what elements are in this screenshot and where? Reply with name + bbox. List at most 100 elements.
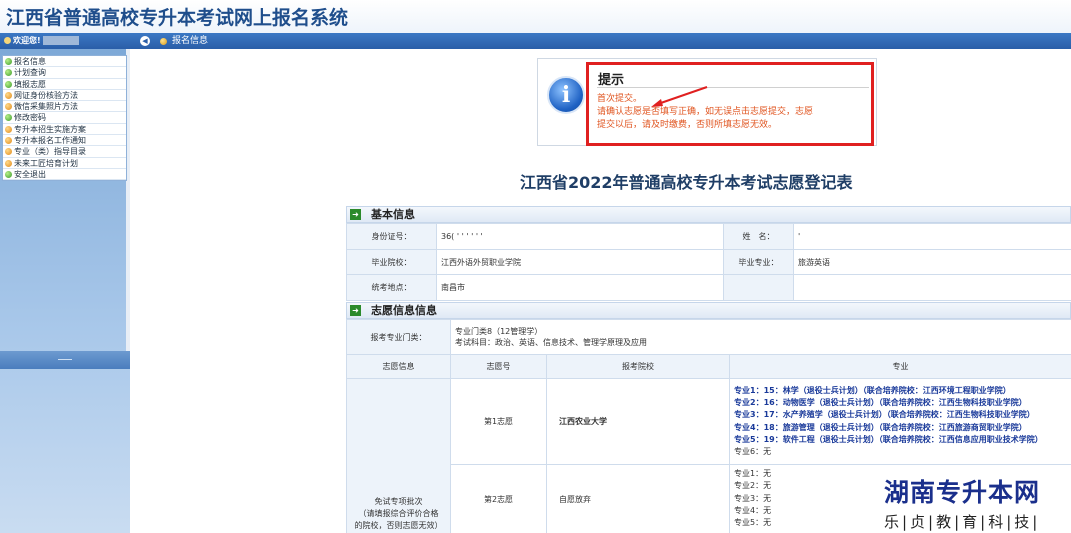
- name-label: 姓 名：: [723, 223, 794, 250]
- sidebar-item-label: 安全退出: [14, 169, 46, 179]
- welcome-bar: 欢迎您!: [0, 33, 130, 49]
- empty-cell: [723, 274, 794, 301]
- school-value: 江西外语外贸职业学院: [436, 249, 724, 275]
- bullet-icon: [5, 91, 12, 99]
- section-arrow-icon: ➜: [350, 209, 361, 220]
- watermark-subtitle: 乐|贞|教|育|科|技|: [884, 513, 1041, 531]
- sidebar-item-label: 网证身份核验方法: [14, 90, 78, 100]
- site-value: 南昌市: [436, 274, 724, 301]
- table-header-row: 志愿信息 志愿号 报考院校 专业: [346, 354, 1071, 379]
- category-value: 专业门类8（12管理学） 考试科目：政治、英语、信息技术、管理学原理及应用: [450, 319, 1071, 355]
- welcome-text: 欢迎您!: [13, 36, 41, 45]
- choice-school: 自愿放弃: [546, 464, 730, 533]
- major-item: 专业3：17：水产养殖学（退役士兵计划）（联合培养院校：江西生物科技职业学院）: [734, 410, 1035, 420]
- notice-title: 提示: [598, 73, 625, 88]
- basic-info-table: 身份证号： 36( ' ' ' ' ' ' 姓 名： ' 毕业院校： 江西外语外…: [346, 223, 1071, 301]
- choice-number: 第2志愿: [450, 464, 547, 533]
- main-content: i 提示 首次提交。 请确认志愿是否填写正确，如无误点击志愿提交，志愿 提交以后…: [138, 49, 1071, 533]
- sidebar-item[interactable]: 网证身份核验方法: [3, 90, 126, 102]
- bullet-icon: [5, 148, 12, 156]
- app-header: 江西省普通高校专升本考试网上报名系统: [0, 0, 1071, 33]
- bullet-icon: [5, 80, 12, 88]
- batch-line-1: 免试专项批次: [374, 497, 423, 506]
- app-title: 江西省普通高校专升本考试网上报名系统: [6, 7, 349, 29]
- table-row: 报考专业门类： 专业门类8（12管理学） 考试科目：政治、英语、信息技术、管理学…: [346, 319, 1071, 355]
- major-label: 毕业专业：: [723, 249, 794, 275]
- batch-label: 免试专项批次 （请填报综合评价合格 的院校，否则志愿无效）: [346, 378, 451, 533]
- breadcrumb-current: 报名信息: [172, 36, 209, 46]
- sidebar-item-label: 报名信息: [14, 57, 46, 66]
- category-line-2: 考试科目：政治、英语、信息技术、管理学原理及应用: [455, 338, 647, 347]
- sidebar-item-label: 专升本招生实施方案: [14, 124, 86, 134]
- sidebar-item[interactable]: 安全退出: [3, 169, 126, 181]
- site-label: 统考地点：: [346, 274, 437, 301]
- major-item: 专业2：16：动物医学（退役士兵计划）（联合培养院校：江西生物科技职业学院）: [734, 397, 1027, 407]
- sidebar-collapse-handle[interactable]: [0, 351, 130, 369]
- sidebar-item[interactable]: 微信采集照片方法: [3, 101, 126, 113]
- sidebar-item[interactable]: 未来工匠培育计划: [3, 158, 126, 169]
- section-volunteer-info: ➜ 志愿信息信息: [346, 302, 1071, 319]
- section-basic-info: ➜ 基本信息: [346, 206, 1071, 223]
- col-header: 志愿信息: [346, 354, 451, 379]
- info-icon: i: [547, 76, 585, 114]
- back-arrow-icon[interactable]: ◀: [140, 36, 150, 46]
- notice-box: i 提示 首次提交。 请确认志愿是否填写正确，如无误点击志愿提交，志愿 提交以后…: [537, 58, 877, 146]
- choice-majors: 专业1：15：林学（退役士兵计划）（联合培养院校：江西环境工程职业学院） 专业2…: [729, 378, 1071, 465]
- section-title: 志愿信息信息: [371, 304, 437, 317]
- sidebar-item-label: 未来工匠培育计划: [14, 158, 78, 168]
- major-item: 专业4：18：旅游管理（退役士兵计划）（联合培养院校：江西旅游商贸职业学院）: [734, 422, 1027, 432]
- batch-line-3: 的院校，否则志愿无效）: [354, 521, 443, 530]
- sidebar-item-label: 填报志愿: [14, 79, 46, 89]
- notice-line-3: 提交以后，请及时缴费，否则所填志愿无效。: [597, 120, 778, 130]
- sidebar-item[interactable]: 报名信息: [3, 56, 126, 68]
- major-value: 旅游英语: [793, 249, 1071, 275]
- sidebar-item[interactable]: 填报志愿: [3, 79, 126, 90]
- bullet-icon: [5, 114, 12, 122]
- choice-school: 江西农业大学: [546, 378, 730, 465]
- bullet-icon: [5, 103, 12, 111]
- section-arrow-icon: ➜: [350, 305, 361, 316]
- category-line-1: 专业门类8（12管理学）: [455, 327, 543, 336]
- bullet-icon: [5, 69, 12, 77]
- notice-line-1: 首次提交。: [597, 94, 643, 104]
- empty-cell: [793, 274, 1071, 301]
- major-item: 专业6：无: [734, 447, 772, 457]
- col-header: 志愿号: [450, 354, 547, 379]
- breadcrumb: ◀ 报名信息: [130, 33, 1071, 49]
- bullet-icon: [5, 125, 12, 133]
- sidebar-item[interactable]: 专升本报名工作通知: [3, 135, 126, 147]
- notice-divider: [597, 87, 869, 88]
- major-item: 专业1：15：林学（退役士兵计划）（联合培养院校：江西环境工程职业学院）: [734, 385, 1011, 395]
- table-row: 毕业院校： 江西外语外贸职业学院 毕业专业： 旅游英语: [346, 249, 1071, 275]
- sidebar-item[interactable]: 修改密码: [3, 112, 126, 124]
- notice-highlight: 提示 首次提交。 请确认志愿是否填写正确，如无误点击志愿提交，志愿 提交以后，请…: [586, 62, 874, 146]
- name-value: ': [793, 223, 1071, 250]
- sidebar-item-label: 计划查询: [14, 68, 46, 78]
- col-header: 专业: [729, 354, 1071, 379]
- table-row: 身份证号： 36( ' ' ' ' ' ' 姓 名： ': [346, 223, 1071, 250]
- batch-line-2: （请填报综合评价合格: [358, 509, 439, 518]
- major-item: 专业5：19：软件工程（退役士兵计划）（联合培养院校：江西信息应用职业技术学院）: [734, 434, 1043, 444]
- table-row: 统考地点： 南昌市: [346, 274, 1071, 301]
- watermark-title: 湖南专升本网: [884, 478, 1041, 507]
- sidebar-item[interactable]: 专升本招生实施方案: [3, 124, 126, 136]
- sidebar: 欢迎您! 报名信息 计划查询 填报志愿 网证身份核验方法 微信采集照片方法 修改密码 专升本…: [0, 33, 130, 533]
- school-label: 毕业院校：: [346, 249, 437, 275]
- bullet-icon: [5, 170, 12, 178]
- sidebar-item[interactable]: 专业（类）指导目录: [3, 146, 126, 158]
- sidebar-item-label: 专升本报名工作通知: [14, 136, 86, 146]
- category-label: 报考专业门类：: [346, 319, 451, 355]
- bullet-icon: [5, 137, 12, 145]
- id-value: 36( ' ' ' ' ' ': [436, 223, 724, 250]
- choice-number: 第1志愿: [450, 378, 547, 465]
- col-header: 报考院校: [546, 354, 730, 379]
- sidebar-item-label: 修改密码: [14, 113, 46, 123]
- sidebar-item-label: 微信采集照片方法: [14, 102, 78, 112]
- sidebar-item[interactable]: 计划查询: [3, 67, 126, 79]
- bullet-icon: [5, 58, 12, 65]
- username-masked: [42, 36, 79, 45]
- sidebar-item-label: 专业（类）指导目录: [14, 147, 86, 157]
- notice-line-2: 请确认志愿是否填写正确，如无误点击志愿提交，志愿: [597, 107, 814, 117]
- bullet-icon: [5, 159, 12, 167]
- sidebar-menu: 报名信息计划查询 填报志愿 网证身份核验方法 微信采集照片方法 修改密码 专升本招生实施方…: [2, 55, 127, 182]
